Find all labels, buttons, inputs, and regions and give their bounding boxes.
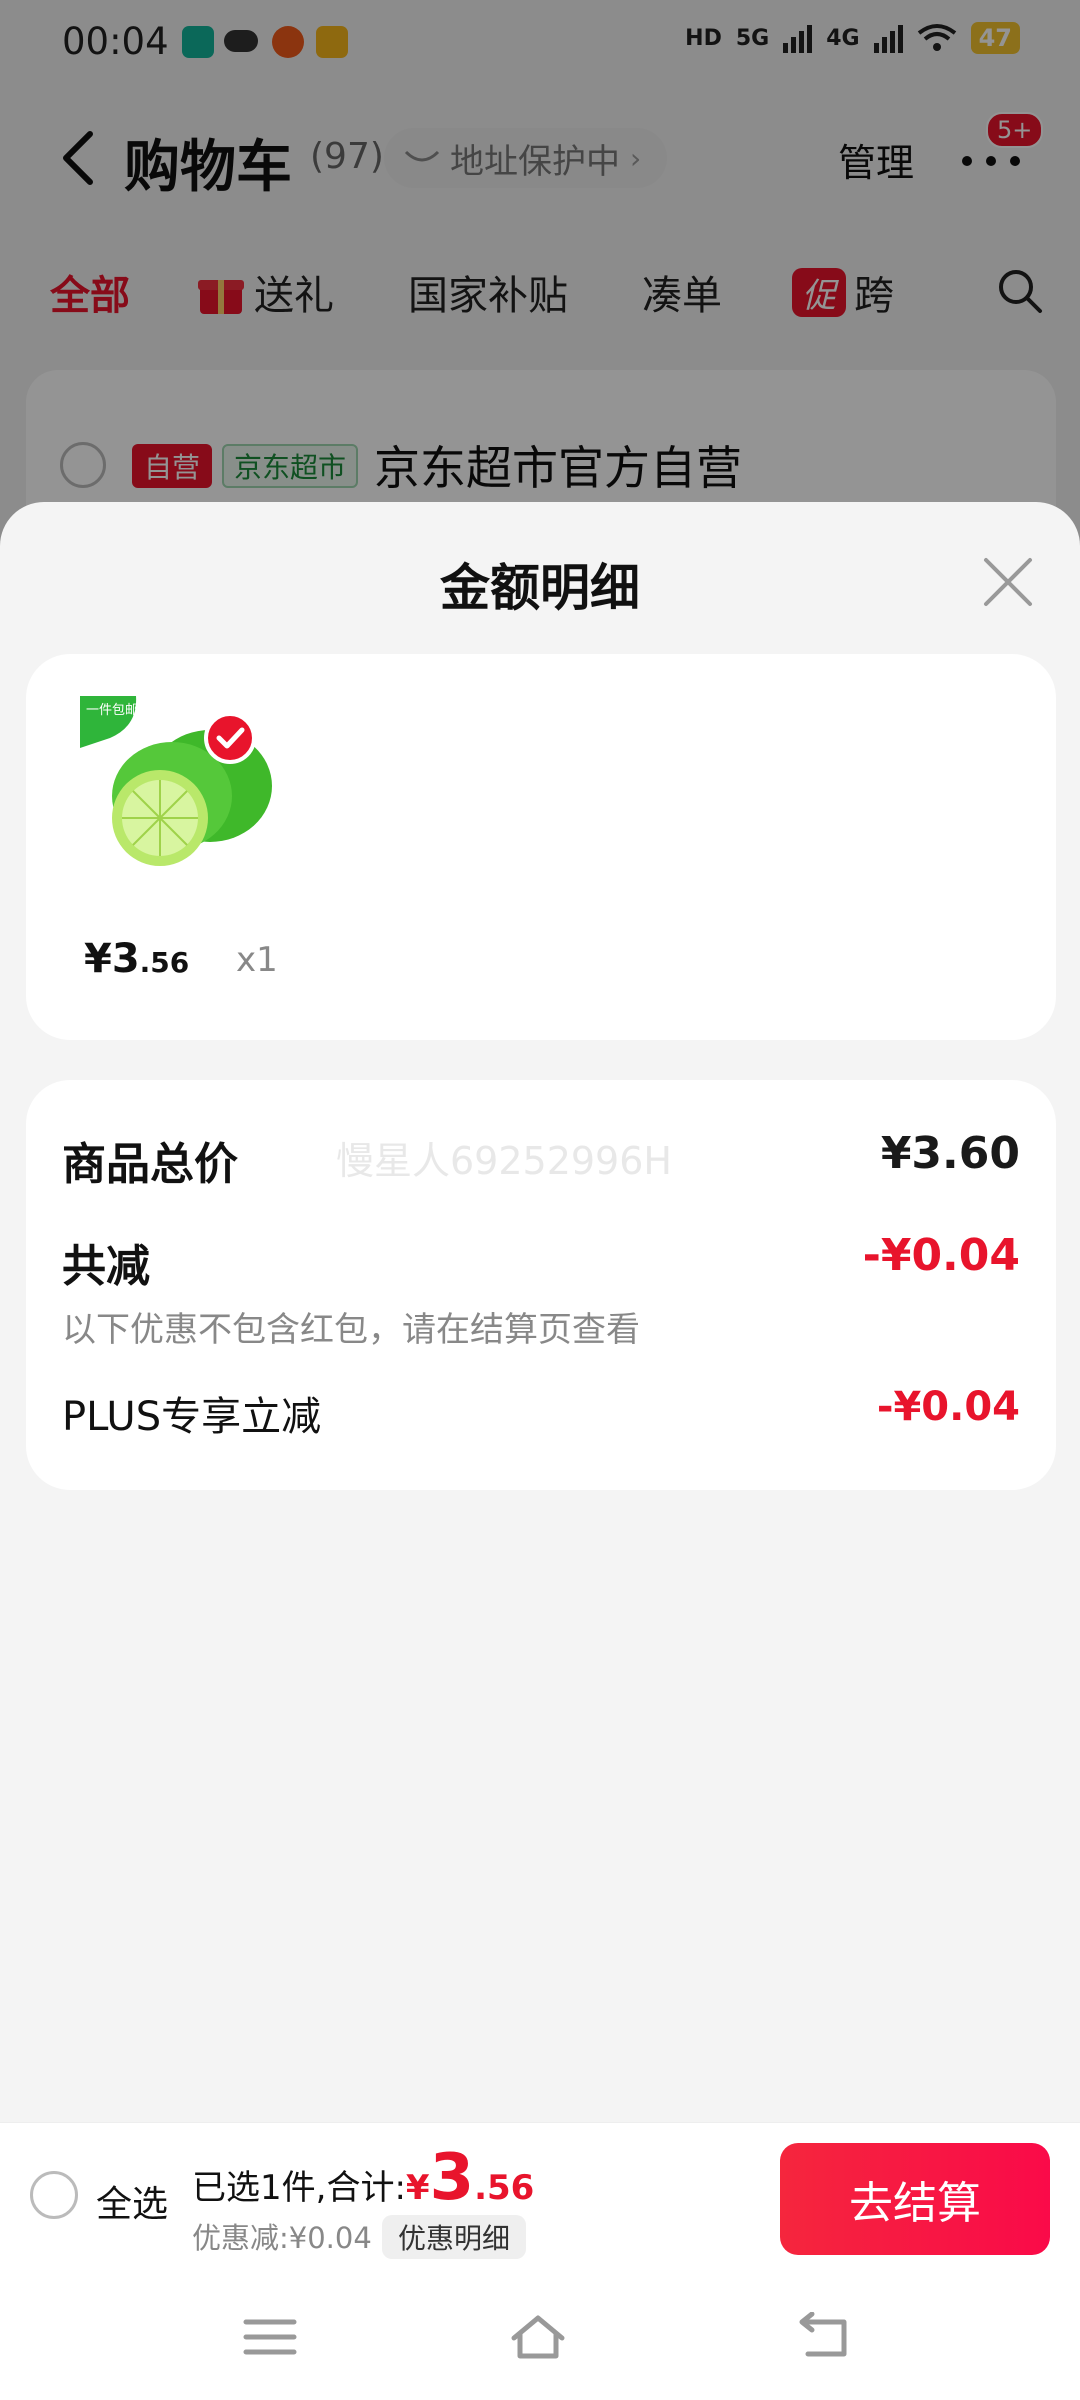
total-cents: .56 bbox=[474, 2168, 535, 2208]
product-quantity: x1 bbox=[236, 940, 278, 980]
select-all-label[interactable]: 全选 bbox=[96, 2175, 168, 2227]
total-integer: 3 bbox=[429, 2141, 475, 2215]
reduce-note: 以下优惠不包含红包，请在结算页查看 bbox=[62, 1310, 640, 1350]
selected-text: 已选1件,合计: bbox=[192, 2168, 406, 2208]
total-price-label: 商品总价 bbox=[62, 1139, 238, 1190]
amount-detail-sheet: 金额明细 一件包邮 ¥3.56 x1 慢星人69252996H 商品总价 ¥3.… bbox=[0, 502, 1080, 2122]
product-price: ¥3.56 bbox=[84, 936, 189, 982]
close-icon[interactable] bbox=[980, 554, 1036, 610]
total-price-value: ¥3.60 bbox=[880, 1128, 1020, 1179]
free-shipping-badge: 一件包邮 bbox=[86, 703, 138, 718]
checkout-bar: 全选 已选1件,合计:¥3.56 优惠减:¥0.04 优惠明细 去结算 bbox=[0, 2122, 1080, 2272]
price-detail-card: 慢星人69252996H 商品总价 ¥3.60 共减 -¥0.04 以下优惠不包… bbox=[26, 1080, 1056, 1490]
discount-summary: 优惠减:¥0.04 bbox=[192, 2221, 372, 2255]
sheet-title: 金额明细 bbox=[440, 559, 640, 617]
selected-summary: 已选1件,合计:¥3.56 bbox=[192, 2141, 534, 2215]
system-navigation-bar bbox=[0, 2272, 1080, 2400]
price-cents: .56 bbox=[139, 946, 190, 979]
menu-icon[interactable] bbox=[240, 2312, 300, 2362]
plus-discount-label: PLUS专享立减 bbox=[62, 1394, 322, 1440]
back-icon[interactable] bbox=[794, 2312, 854, 2362]
total-reduce-value: -¥0.04 bbox=[862, 1230, 1020, 1281]
product-image-lime[interactable]: 一件包邮 bbox=[80, 696, 290, 886]
home-icon[interactable] bbox=[508, 2312, 568, 2362]
price-main: ¥3 bbox=[84, 936, 140, 982]
watermark-text: 慢星人69252996H bbox=[336, 1139, 672, 1183]
plus-discount-value: -¥0.04 bbox=[876, 1384, 1020, 1430]
discount-detail-button[interactable]: 优惠明细 bbox=[382, 2215, 527, 2259]
select-all-checkbox[interactable] bbox=[30, 2171, 78, 2219]
total-reduce-label: 共减 bbox=[62, 1241, 150, 1292]
total-currency: ¥ bbox=[405, 2168, 430, 2208]
checkout-button[interactable]: 去结算 bbox=[780, 2143, 1050, 2255]
product-card: 一件包邮 ¥3.56 x1 bbox=[26, 654, 1056, 1040]
